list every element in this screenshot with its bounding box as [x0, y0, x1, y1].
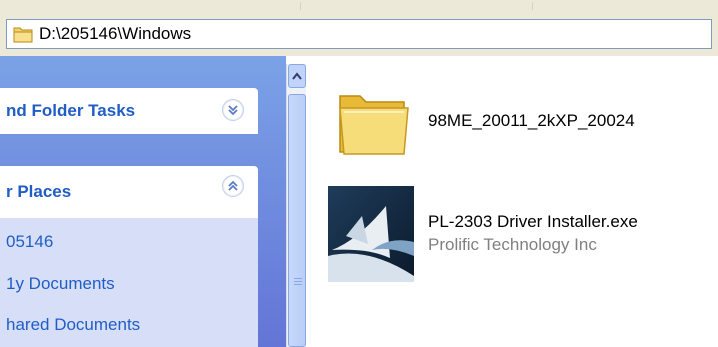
address-bar: D:\205146\Windows — [0, 12, 718, 56]
thumb-grip — [294, 278, 302, 279]
place-link-shared-documents[interactable]: hared Documents — [6, 315, 140, 335]
other-places-header[interactable]: r Places — [0, 166, 258, 218]
folder-icon — [339, 95, 409, 155]
scroll-up-arrow-icon[interactable] — [288, 64, 306, 88]
file-company: Prolific Technology Inc — [428, 235, 597, 254]
thumb-grip — [294, 281, 302, 282]
place-link-205146[interactable]: 05146 — [6, 232, 53, 252]
other-places-title: r Places — [6, 182, 72, 201]
address-field[interactable]: D:\205146\Windows — [6, 19, 712, 49]
chevron-double-up-icon[interactable] — [222, 175, 244, 197]
installer-icon — [328, 186, 414, 282]
place-link-my-documents[interactable]: 1y Documents — [6, 274, 115, 294]
file-name: PL-2303 Driver Installer.exe — [428, 212, 638, 231]
file-item-installer[interactable]: PL-2303 Driver Installer.exe Prolific Te… — [328, 186, 718, 286]
toolbar-separator — [300, 2, 301, 10]
toolbar-separator — [532, 2, 533, 10]
file-name: 98ME_20011_2kXP_20024 — [428, 111, 635, 130]
task-pane: nd Folder Tasks r Places 05146 1y Docume… — [0, 56, 286, 347]
file-and-folder-tasks-title: nd Folder Tasks — [6, 101, 136, 120]
file-and-folder-tasks-header[interactable]: nd Folder Tasks — [0, 88, 258, 134]
toolbar-strip — [0, 0, 718, 12]
chevron-double-down-icon[interactable] — [222, 99, 244, 121]
scroll-thumb[interactable] — [288, 94, 306, 347]
vertical-scrollbar[interactable] — [286, 64, 306, 347]
address-path: D:\205146\Windows — [39, 24, 192, 43]
thumb-grip — [294, 284, 302, 285]
file-item-folder[interactable]: 98ME_20011_2kXP_20024 — [336, 82, 706, 162]
folder-icon — [13, 27, 33, 43]
